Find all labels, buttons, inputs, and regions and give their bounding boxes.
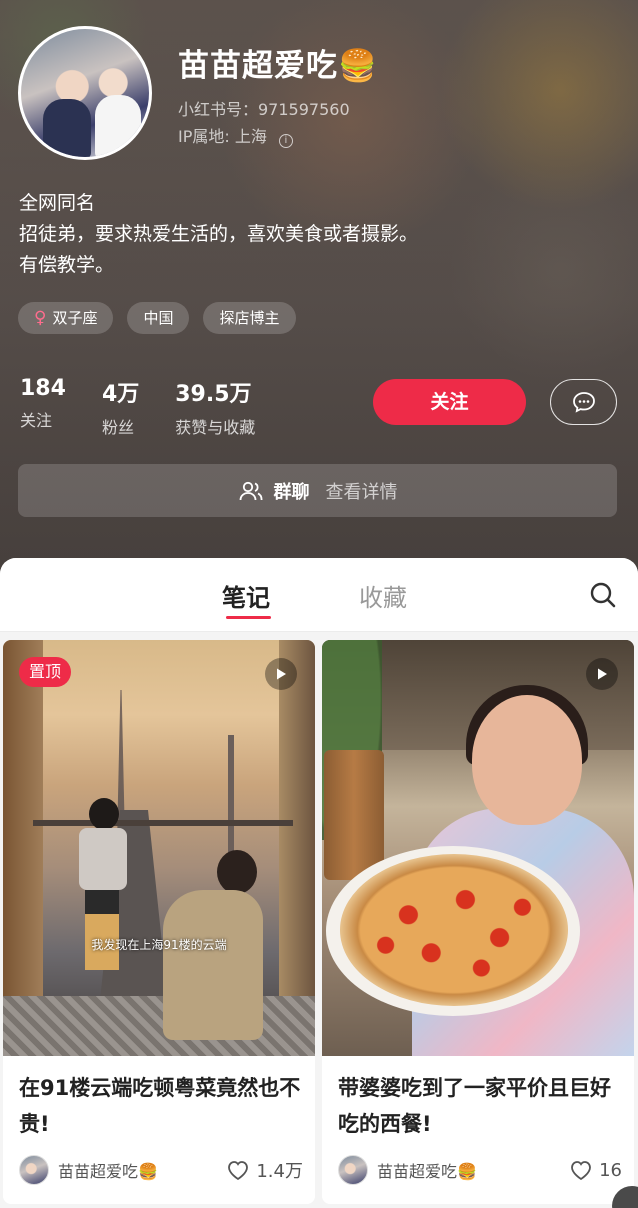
profile-bio: 全网同名 招徒弟，要求热爱生活的，喜欢美食或者摄影。 有偿教学。 [19, 188, 418, 281]
video-caption: 我发现在上海91楼的云端 [91, 938, 227, 952]
note-cover-image[interactable]: 置顶 我发现在上海91楼的云端 [3, 640, 315, 1056]
note-card[interactable]: 带婆婆吃到了一家平价且巨好吃的西餐! 苗苗超爱吃🍔 16 [322, 640, 634, 1204]
pinned-badge: 置顶 [19, 657, 72, 687]
ip-text: IP属地: 上海 [178, 127, 267, 146]
author-avatar[interactable] [19, 1155, 49, 1185]
note-cover-image[interactable] [322, 640, 634, 1056]
tag-role: 探店博主 [203, 302, 296, 334]
stat-value: 4万 [101, 382, 140, 407]
like-count: 16 [599, 1159, 622, 1181]
tag-label: 中国 [143, 309, 174, 327]
follow-button[interactable]: 关注 [373, 379, 526, 425]
search-icon[interactable] [588, 580, 618, 610]
group-chat-bar[interactable]: 群聊 查看详情 [18, 464, 617, 517]
tab-notes[interactable]: 笔记 [222, 578, 270, 613]
stat-label: 获赞与收藏 [175, 418, 256, 437]
profile-avatar[interactable] [18, 26, 152, 160]
tabs-bar: 笔记 收藏 [0, 558, 638, 632]
profile-ip-location: IP属地: 上海 i [178, 123, 293, 148]
content-sheet: 笔记 收藏 置顶 我发现在上海91楼的云端 在91楼云端吃顿粤菜竟然也不贵! 苗… [0, 558, 638, 1208]
group-icon [239, 481, 262, 500]
note-title: 在91楼云端吃顿粤菜竟然也不贵! [19, 1076, 301, 1136]
heart-icon [571, 1161, 591, 1181]
message-button[interactable] [550, 379, 617, 425]
tag-label: 双子座 [52, 309, 98, 327]
tab-collect[interactable]: 收藏 [359, 578, 407, 613]
group-chat-title: 群聊 [273, 481, 310, 503]
group-chat-detail: 查看详情 [325, 481, 398, 503]
stat-following[interactable]: 184 关注 [20, 376, 66, 438]
like-count: 1.4万 [256, 1161, 303, 1182]
stat-label: 粉丝 [101, 418, 134, 437]
stat-value: 39.5万 [175, 382, 252, 407]
note-footer: 苗苗超爱吃🍔 16 [338, 1154, 622, 1186]
female-icon: ♀ [34, 308, 47, 328]
profile-id: 小红书号：971597560 [178, 100, 350, 119]
tag-zodiac: ♀ 双子座 [18, 302, 114, 334]
heart-icon [228, 1161, 249, 1181]
stat-likes-collects[interactable]: 39.5万 获赞与收藏 [175, 376, 255, 438]
tab-active-indicator [226, 616, 271, 619]
bio-line: 全网同名 [19, 192, 96, 214]
note-title: 带婆婆吃到了一家平价且巨好吃的西餐! [338, 1076, 611, 1136]
info-icon[interactable]: i [278, 134, 293, 148]
author-name[interactable]: 苗苗超爱吃🍔 [58, 1158, 226, 1182]
author-avatar[interactable] [338, 1155, 368, 1185]
stat-value: 184 [20, 376, 66, 401]
profile-tags: ♀ 双子座 中国 探店博主 [18, 302, 296, 334]
profile-name: 苗苗超爱吃🍔 [178, 48, 378, 84]
bio-line: 招徒弟，要求热爱生活的，喜欢美食或者摄影。 [19, 223, 419, 245]
tag-region: 中国 [127, 302, 190, 334]
profile-header: 苗苗超爱吃🍔 小红书号：971597560 IP属地: 上海 i 全网同名 招徒弟… [0, 0, 638, 600]
like-button[interactable]: 1.4万 [226, 1157, 303, 1183]
play-icon [586, 658, 618, 690]
profile-stats: 184 关注 4万 粉丝 39.5万 获赞与收藏 [20, 376, 291, 438]
note-footer: 苗苗超爱吃🍔 1.4万 [19, 1154, 303, 1186]
message-icon [572, 392, 595, 413]
author-name[interactable]: 苗苗超爱吃🍔 [377, 1158, 569, 1182]
stat-followers[interactable]: 4万 粉丝 [102, 376, 139, 438]
note-card[interactable]: 置顶 我发现在上海91楼的云端 在91楼云端吃顿粤菜竟然也不贵! 苗苗超爱吃🍔 … [3, 640, 315, 1204]
bio-line: 有偿教学。 [19, 254, 115, 276]
play-icon [265, 658, 297, 690]
tag-label: 探店博主 [219, 309, 280, 327]
stat-label: 关注 [20, 411, 53, 430]
like-button[interactable]: 16 [569, 1159, 622, 1181]
